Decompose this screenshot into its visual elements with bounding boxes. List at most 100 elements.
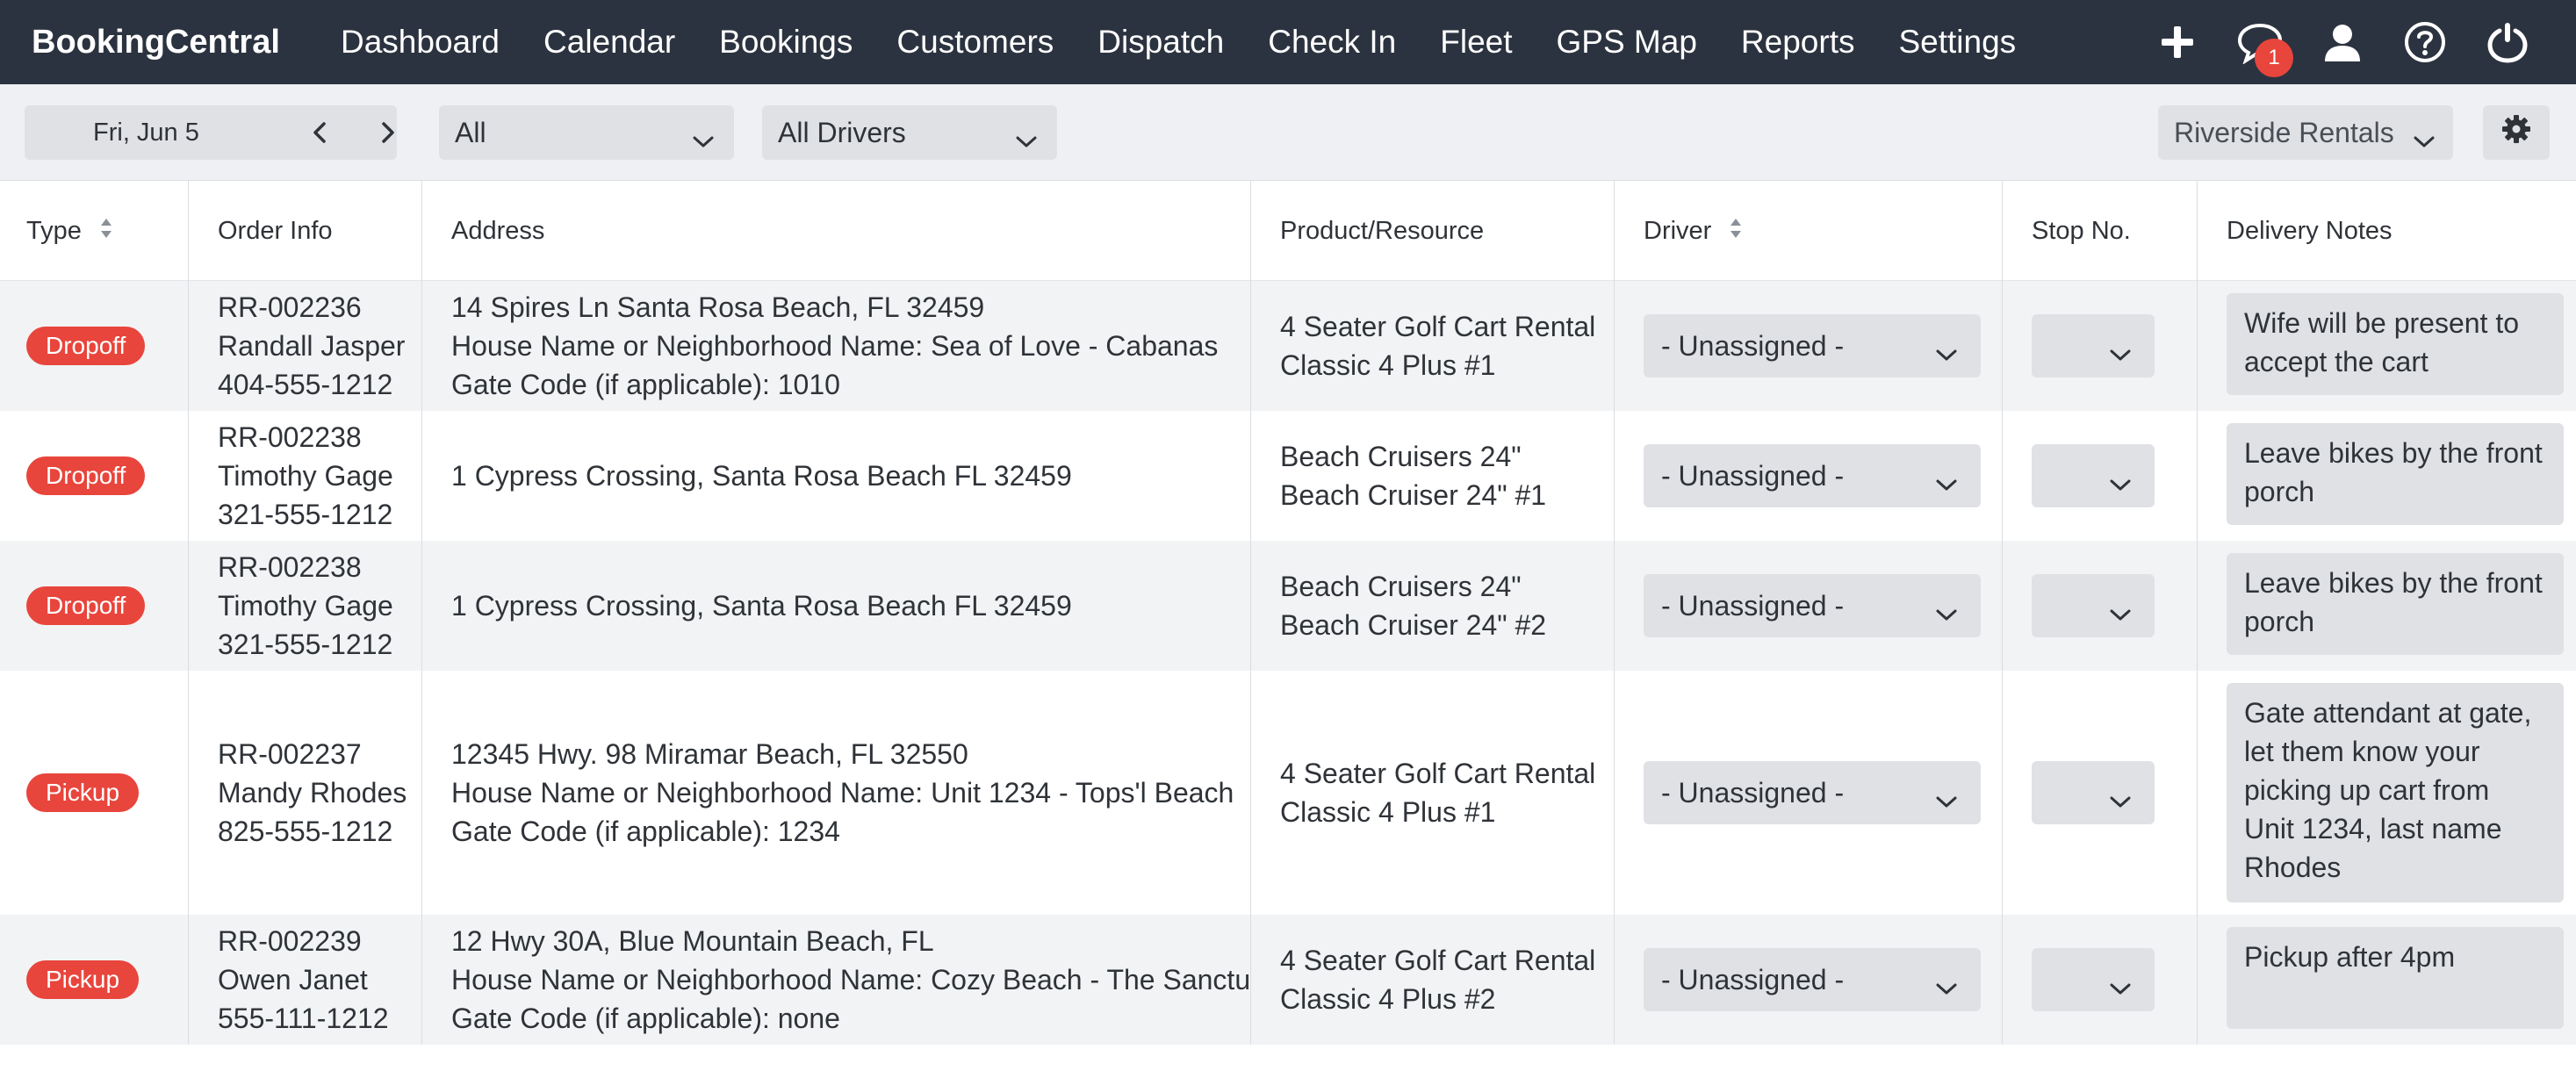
- table-row: Dropoff RR-002236 Randall Jasper 404-555…: [0, 281, 2576, 411]
- nav-fleet[interactable]: Fleet: [1440, 24, 1512, 61]
- driver-select[interactable]: - Unassigned -: [1644, 574, 1981, 637]
- driver-filter-select[interactable]: All Drivers: [762, 105, 1057, 160]
- address-line: House Name or Neighborhood Name: Unit 12…: [451, 777, 1234, 809]
- delivery-notes[interactable]: Wife will be present to accept the cart: [2227, 293, 2564, 395]
- nav-reports[interactable]: Reports: [1741, 24, 1855, 61]
- product-resource: Beach Cruisers 24" Beach Cruiser 24" #2: [1280, 567, 1546, 644]
- chevron-down-icon: [1935, 468, 1958, 500]
- order-info: RR-002237 Mandy Rhodes 825-555-1212: [218, 735, 407, 851]
- column-divider: [188, 181, 189, 1045]
- column-divider: [421, 181, 422, 1045]
- stop-number-select[interactable]: [2032, 948, 2155, 1011]
- chevron-down-icon: [2109, 972, 2132, 1004]
- column-header-order-info: Order Info: [218, 217, 333, 245]
- order-info: RR-002239 Owen Janet 555-111-1212: [218, 922, 389, 1038]
- chevron-down-icon: [2109, 598, 2132, 630]
- column-divider: [1250, 181, 1251, 1045]
- date-label[interactable]: Fri, Jun 5: [93, 119, 199, 147]
- address: 14 Spires Ln Santa Rosa Beach, FL 32459 …: [451, 288, 1250, 404]
- chevron-down-icon: [1935, 598, 1958, 630]
- help-icon[interactable]: [2399, 16, 2451, 68]
- nav-bookings[interactable]: Bookings: [719, 24, 853, 61]
- order-number[interactable]: RR-002236: [218, 288, 405, 327]
- stop-number-select[interactable]: [2032, 761, 2155, 824]
- table-row: Dropoff RR-002238 Timothy Gage 321-555-1…: [0, 411, 2576, 541]
- customer-phone: 404-555-1212: [218, 369, 393, 400]
- address: 12345 Hwy. 98 Miramar Beach, FL 32550 Ho…: [451, 735, 1250, 851]
- stop-number-select[interactable]: [2032, 574, 2155, 637]
- driver-select[interactable]: - Unassigned -: [1644, 761, 1981, 824]
- driver-value: - Unassigned -: [1661, 776, 1845, 809]
- location-value: Riverside Rentals: [2174, 116, 2394, 148]
- column-header-driver[interactable]: Driver: [1644, 181, 1743, 281]
- resource-name: Classic 4 Plus #1: [1280, 796, 1496, 828]
- driver-select[interactable]: - Unassigned -: [1644, 948, 1981, 1011]
- product-resource: 4 Seater Golf Cart Rental Classic 4 Plus…: [1280, 941, 1595, 1018]
- customer-name: Randall Jasper: [218, 330, 406, 362]
- resource-name: Beach Cruiser 24" #2: [1280, 609, 1547, 641]
- address-line: 12345 Hwy. 98 Miramar Beach, FL 32550: [451, 738, 968, 770]
- next-day-icon[interactable]: [374, 119, 400, 153]
- address: 1 Cypress Crossing, Santa Rosa Beach FL …: [451, 456, 1250, 495]
- delivery-notes[interactable]: Leave bikes by the front porch: [2227, 423, 2564, 525]
- sort-icon: [1729, 182, 1743, 282]
- gear-icon: [2500, 113, 2532, 152]
- driver-select[interactable]: - Unassigned -: [1644, 444, 1981, 507]
- nav-gps-map[interactable]: GPS Map: [1557, 24, 1697, 61]
- chevron-down-icon: [1935, 972, 1958, 1004]
- table-header: Type Order Info Address Product/Resource…: [0, 181, 2576, 281]
- column-header-type[interactable]: Type: [26, 181, 113, 281]
- chevron-down-icon: [2109, 785, 2132, 817]
- nav-customers[interactable]: Customers: [896, 24, 1054, 61]
- order-number[interactable]: RR-002239: [218, 922, 389, 960]
- customer-phone: 825-555-1212: [218, 816, 393, 847]
- product-name: 4 Seater Golf Cart Rental: [1280, 945, 1596, 976]
- settings-button[interactable]: [2483, 105, 2550, 160]
- location-select[interactable]: Riverside Rentals: [2158, 105, 2453, 160]
- driver-value: - Unassigned -: [1661, 459, 1845, 492]
- plus-icon[interactable]: [2151, 16, 2204, 68]
- nav-dashboard[interactable]: Dashboard: [341, 24, 500, 61]
- driver-select[interactable]: - Unassigned -: [1644, 314, 1981, 377]
- brand-logo[interactable]: BookingCentral: [32, 0, 280, 84]
- customer-name: Mandy Rhodes: [218, 777, 407, 809]
- delivery-notes[interactable]: Gate attendant at gate, let them know yo…: [2227, 683, 2564, 902]
- type-badge: Dropoff: [26, 586, 146, 625]
- address-line: 14 Spires Ln Santa Rosa Beach, FL 32459: [451, 291, 985, 323]
- chevron-down-icon: [2413, 125, 2436, 157]
- power-icon[interactable]: [2481, 16, 2534, 68]
- order-number[interactable]: RR-002238: [218, 418, 393, 456]
- delivery-notes[interactable]: Pickup after 4pm: [2227, 927, 2564, 1029]
- nav-settings[interactable]: Settings: [1898, 24, 2016, 61]
- driver-filter-value: All Drivers: [778, 116, 906, 148]
- chevron-down-icon: [2109, 338, 2132, 370]
- column-divider: [2002, 181, 2003, 1045]
- nav-dispatch[interactable]: Dispatch: [1097, 24, 1224, 61]
- stop-number-select[interactable]: [2032, 444, 2155, 507]
- nav-calendar[interactable]: Calendar: [543, 24, 675, 61]
- address-line: Gate Code (if applicable): 1234: [451, 816, 840, 847]
- chevron-down-icon: [1935, 785, 1958, 817]
- type-badge: Pickup: [26, 960, 140, 999]
- delivery-notes[interactable]: Leave bikes by the front porch: [2227, 553, 2564, 655]
- nav-check-in[interactable]: Check In: [1268, 24, 1396, 61]
- column-header-delivery-notes: Delivery Notes: [2227, 217, 2393, 245]
- chevron-down-icon: [2109, 468, 2132, 500]
- order-number[interactable]: RR-002238: [218, 548, 393, 586]
- column-header-stop-no: Stop No.: [2032, 217, 2131, 245]
- resource-name: Classic 4 Plus #2: [1280, 983, 1496, 1015]
- order-number[interactable]: RR-002237: [218, 735, 407, 773]
- customer-phone: 321-555-1212: [218, 629, 393, 660]
- type-badge: Dropoff: [26, 456, 146, 495]
- address-line: 1 Cypress Crossing, Santa Rosa Beach FL …: [451, 460, 1072, 492]
- address-line: House Name or Neighborhood Name: Sea of …: [451, 330, 1219, 362]
- chevron-down-icon: [692, 125, 715, 157]
- stop-number-select[interactable]: [2032, 314, 2155, 377]
- type-filter-select[interactable]: All: [439, 105, 734, 160]
- main-nav: Dashboard Calendar Bookings Customers Di…: [341, 0, 2060, 84]
- prev-day-icon[interactable]: [307, 119, 334, 153]
- driver-value: - Unassigned -: [1661, 963, 1845, 996]
- address-line: House Name or Neighborhood Name: Cozy Be…: [451, 964, 1250, 996]
- user-icon[interactable]: [2316, 16, 2369, 68]
- driver-value: - Unassigned -: [1661, 589, 1845, 622]
